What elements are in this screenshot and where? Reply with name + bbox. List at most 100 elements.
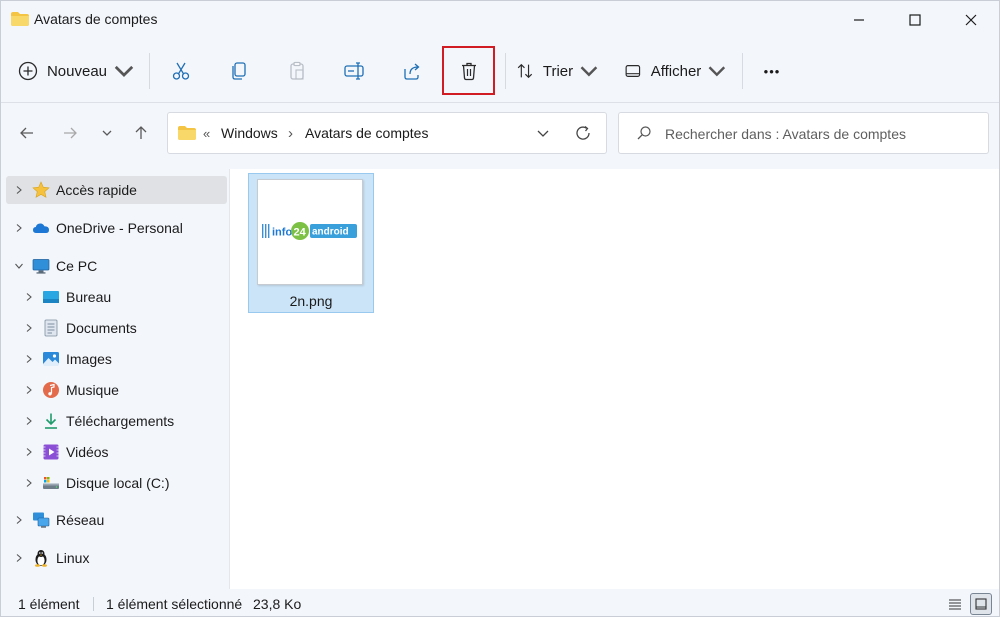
sidebar-item-label: Images [66, 351, 112, 367]
sidebar-item-music[interactable]: Musique [6, 376, 227, 404]
sidebar-item-label: Accès rapide [56, 182, 137, 198]
close-icon [965, 14, 977, 26]
new-button[interactable]: Nouveau [17, 51, 135, 91]
refresh-icon[interactable] [574, 124, 592, 142]
sidebar-item-videos[interactable]: Vidéos [6, 438, 227, 466]
chevron-right-icon[interactable] [24, 354, 34, 364]
arrow-up-icon [135, 126, 147, 139]
chevron-right-icon[interactable] [24, 323, 34, 333]
sidebar-item-label: Vidéos [66, 444, 109, 460]
close-button[interactable] [943, 1, 999, 39]
linux-icon [35, 550, 47, 567]
network-icon [33, 512, 50, 528]
chevron-right-icon[interactable] [24, 292, 34, 302]
sidebar-item-label: Bureau [66, 289, 112, 305]
forward-button[interactable] [56, 117, 84, 149]
toolbar-separator [505, 53, 506, 89]
copy-button[interactable] [221, 51, 257, 91]
status-item-count: 1 élément [18, 596, 80, 612]
search-box[interactable] [618, 112, 989, 154]
chevron-right-icon[interactable] [24, 447, 34, 457]
cloud-icon [33, 223, 49, 233]
file-list-view[interactable]: info 24 android 2n.png [230, 169, 999, 589]
chevron-right-icon[interactable] [14, 553, 24, 563]
address-bar[interactable]: « Windows › Avatars de comptes [167, 112, 607, 154]
sidebar-item-documents[interactable]: Documents [6, 314, 227, 342]
sidebar-item-desktop[interactable]: Bureau [6, 283, 227, 311]
drive-icon [43, 477, 59, 489]
file-name[interactable]: 2n.png [249, 293, 373, 309]
toolbar-separator [149, 53, 150, 89]
chevron-down-icon [580, 66, 598, 77]
search-icon [637, 126, 651, 140]
view-button[interactable]: Afficher [623, 51, 727, 91]
file-explorer-window: Avatars de comptes Nouveau Trier Affiche… [0, 0, 1000, 617]
sidebar-item-this-pc[interactable]: Ce PC [6, 252, 227, 280]
status-separator [93, 597, 94, 611]
status-bar: 1 élément 1 élément sélectionné 23,8 Ko [1, 589, 999, 616]
chevron-right-icon[interactable] [14, 515, 24, 525]
minimize-button[interactable] [831, 1, 887, 39]
copy-icon [232, 62, 246, 80]
minimize-icon [854, 19, 864, 21]
breadcrumb-separator[interactable]: › [288, 125, 293, 142]
chevron-right-icon[interactable] [24, 478, 34, 488]
sidebar-item-label: Musique [66, 382, 119, 398]
clipboard-icon [290, 61, 304, 80]
scissors-icon [172, 62, 190, 80]
details-view-button[interactable] [944, 593, 966, 615]
sidebar-item-network[interactable]: Réseau [6, 506, 227, 534]
share-button[interactable] [394, 51, 430, 91]
file-item[interactable]: info 24 android 2n.png [248, 173, 374, 313]
paste-button[interactable] [279, 51, 315, 91]
chevron-down-icon[interactable] [14, 261, 24, 271]
breadcrumb-current-folder[interactable]: Avatars de comptes [305, 125, 428, 141]
chevron-right-icon[interactable] [14, 185, 24, 195]
more-options-button[interactable]: ••• [753, 51, 791, 91]
view-icon [625, 65, 641, 77]
chevron-right-icon[interactable] [24, 385, 34, 395]
share-icon [404, 63, 420, 80]
rename-icon [344, 62, 364, 80]
recent-locations-button[interactable] [93, 117, 121, 149]
new-label: Nouveau [46, 62, 108, 80]
window-title: Avatars de comptes [34, 11, 158, 27]
sidebar-item-onedrive[interactable]: OneDrive - Personal [6, 214, 227, 242]
toolbar-separator [742, 53, 743, 89]
chevron-down-icon [114, 65, 134, 78]
download-icon [45, 413, 57, 429]
sidebar-item-downloads[interactable]: Téléchargements [6, 407, 227, 435]
sidebar-item-linux[interactable]: Linux [6, 544, 227, 572]
info24android-logo: info 24 android [262, 222, 357, 240]
large-icons-view-icon [975, 598, 987, 610]
rename-button[interactable] [336, 51, 372, 91]
file-thumbnail: info 24 android [257, 179, 363, 285]
breadcrumb-overflow[interactable]: « [203, 126, 210, 141]
chevron-right-icon[interactable] [14, 223, 24, 233]
chevron-down-icon[interactable] [534, 124, 552, 142]
video-icon [43, 444, 59, 460]
sidebar-item-pictures[interactable]: Images [6, 345, 227, 373]
image-icon [43, 352, 59, 366]
search-input[interactable] [665, 123, 975, 145]
details-view-icon [949, 599, 961, 610]
view-label: Afficher [650, 62, 702, 80]
breadcrumb-windows[interactable]: Windows [221, 125, 278, 141]
sidebar-item-label: Disque local (C:) [66, 475, 170, 491]
sidebar-item-label: Documents [66, 320, 137, 336]
sidebar-item-local-disk[interactable]: Disque local (C:) [6, 469, 227, 497]
title-bar[interactable]: Avatars de comptes [1, 1, 999, 39]
maximize-button[interactable] [887, 1, 943, 39]
sort-button[interactable]: Trier [515, 51, 599, 91]
tiles-view-button[interactable] [970, 593, 992, 615]
cut-button[interactable] [163, 51, 199, 91]
star-icon [32, 181, 50, 198]
maximize-icon [909, 14, 921, 26]
sort-icon [517, 63, 533, 79]
navigation-pane: Accès rapide OneDrive - Personal Ce PC B… [1, 169, 229, 589]
sidebar-item-quick-access[interactable]: Accès rapide [6, 176, 227, 204]
chevron-right-icon[interactable] [24, 416, 34, 426]
back-button[interactable] [13, 117, 41, 149]
sidebar-item-label: Téléchargements [66, 413, 175, 429]
up-button[interactable] [127, 117, 155, 149]
